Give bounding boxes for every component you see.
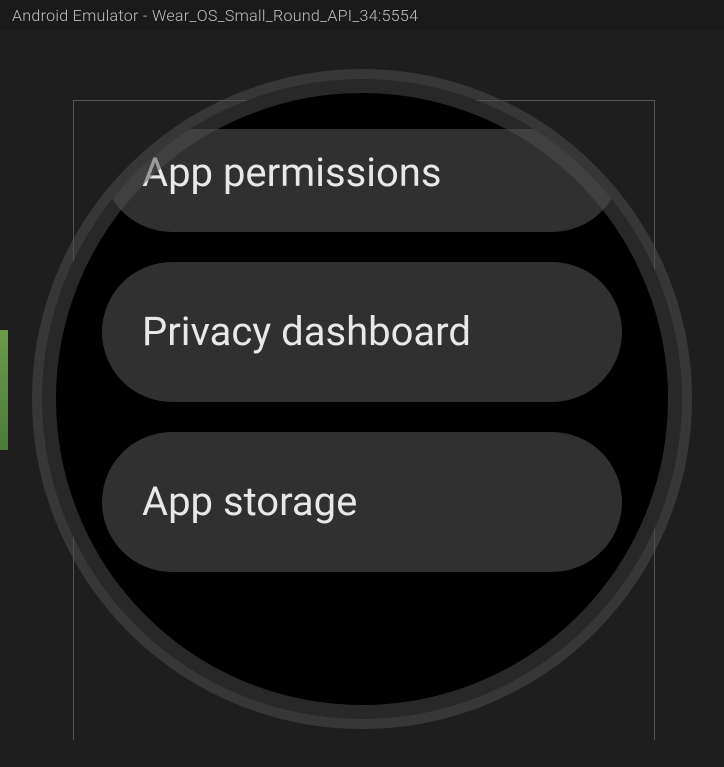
settings-menu-list[interactable]: App permissions Privacy dashboard App st… <box>102 139 622 572</box>
window-title: Android Emulator - Wear_OS_Small_Round_A… <box>12 6 418 25</box>
menu-item-app-storage[interactable]: App storage <box>102 432 622 572</box>
menu-item-label: App permissions <box>142 149 442 196</box>
accent-bar <box>0 330 8 450</box>
emulator-container: App permissions Privacy dashboard App st… <box>0 30 724 767</box>
menu-item-app-permissions[interactable]: App permissions <box>102 129 622 232</box>
menu-item-label: Privacy dashboard <box>142 308 471 355</box>
watch-face: App permissions Privacy dashboard App st… <box>42 79 682 719</box>
menu-item-privacy-dashboard[interactable]: Privacy dashboard <box>102 262 622 402</box>
window-titlebar: Android Emulator - Wear_OS_Small_Round_A… <box>0 0 724 30</box>
menu-item-label: App storage <box>142 478 357 525</box>
